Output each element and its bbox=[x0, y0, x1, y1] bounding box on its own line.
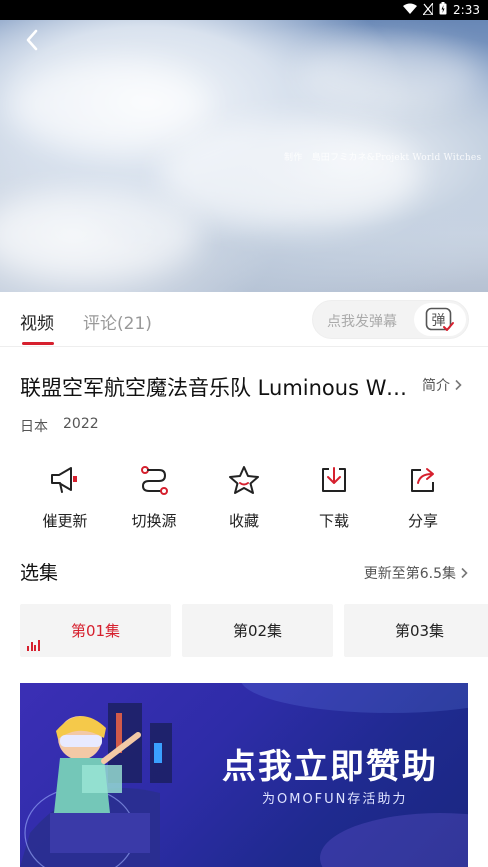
star-icon bbox=[229, 466, 259, 494]
cloud-shape bbox=[10, 60, 210, 150]
banner-main-text: 点我立即赞助 bbox=[222, 747, 438, 787]
video-player[interactable]: 制作 島田フミカネ&Projekt World Witches bbox=[0, 0, 488, 292]
download-button[interactable]: 下载 bbox=[289, 462, 379, 531]
episode-label: 第02集 bbox=[232, 622, 283, 640]
action-row: 催更新 切换源 收藏 下载 分享 bbox=[20, 462, 468, 532]
no-signal-icon bbox=[421, 0, 434, 18]
chevron-right-icon bbox=[461, 567, 468, 579]
urge-update-label: 催更新 bbox=[42, 512, 88, 530]
episode-label: 第03集 bbox=[394, 622, 445, 640]
download-label: 下载 bbox=[318, 512, 349, 530]
cloud-shape bbox=[300, 40, 480, 110]
year-text: 2022 bbox=[63, 416, 99, 432]
share-button[interactable]: 分享 bbox=[378, 462, 468, 531]
megaphone-icon bbox=[51, 467, 77, 493]
cloud-shape bbox=[160, 120, 420, 230]
switch-source-button[interactable]: 切换源 bbox=[109, 462, 199, 531]
danmaku-input[interactable]: 点我发弹幕 弹 bbox=[312, 300, 469, 339]
episode-item[interactable]: 第01集 bbox=[20, 604, 171, 657]
battery-icon bbox=[439, 2, 447, 18]
episodes-more-link[interactable]: 更新至第6.5集 bbox=[364, 563, 468, 583]
episode-label: 第01集 bbox=[70, 622, 121, 640]
video-meta: 日本 2022 bbox=[20, 416, 99, 436]
tab-video[interactable]: 视频 bbox=[20, 309, 54, 334]
clock-text: 2:33 bbox=[453, 3, 480, 17]
share-icon bbox=[411, 468, 434, 492]
share-label: 分享 bbox=[407, 512, 438, 530]
chevron-left-icon bbox=[26, 29, 38, 51]
intro-label: 简介 bbox=[422, 378, 450, 394]
episode-list: 第01集 第02集 第03集 bbox=[20, 604, 488, 657]
danmaku-placeholder: 点我发弹幕 bbox=[327, 314, 397, 330]
back-button[interactable] bbox=[18, 26, 46, 54]
episode-item[interactable]: 第02集 bbox=[182, 604, 333, 657]
playing-indicator-icon bbox=[27, 640, 40, 651]
danmaku-icon: 弹 bbox=[425, 307, 454, 331]
tab-indicator bbox=[22, 342, 54, 345]
episode-item[interactable]: 第03集 bbox=[344, 604, 488, 657]
banner-decoration bbox=[320, 813, 468, 867]
urge-update-button[interactable]: 催更新 bbox=[20, 462, 110, 531]
banner-decoration bbox=[240, 683, 468, 713]
cloud-shape bbox=[0, 190, 200, 280]
video-title: 联盟空军航空魔法音乐队 Luminous Witches bbox=[20, 376, 410, 400]
danmaku-toggle-button[interactable]: 弹 bbox=[414, 303, 466, 336]
banner-sub-text: 为OMOFUN存活助力 bbox=[262, 792, 408, 807]
tab-comments[interactable]: 评论(21) bbox=[83, 309, 152, 334]
favorite-button[interactable]: 收藏 bbox=[199, 462, 289, 531]
switch-source-label: 切换源 bbox=[131, 512, 177, 530]
wifi-icon bbox=[403, 3, 418, 17]
video-watermark: 制作 島田フミカネ&Projekt World Witches bbox=[284, 153, 482, 163]
intro-link[interactable]: 简介 bbox=[422, 375, 462, 395]
status-bar: 2:33 bbox=[0, 0, 488, 20]
region-text: 日本 bbox=[20, 419, 48, 435]
switch-source-icon bbox=[141, 466, 168, 495]
favorite-label: 收藏 bbox=[228, 512, 259, 530]
banner-illustration bbox=[20, 703, 172, 867]
episodes-title: 选集 bbox=[20, 562, 59, 584]
download-icon bbox=[322, 467, 346, 492]
episodes-update-text: 更新至第6.5集 bbox=[363, 566, 456, 582]
chevron-right-icon bbox=[455, 379, 462, 391]
sponsor-banner[interactable]: 点我立即赞助 为OMOFUN存活助力 bbox=[20, 683, 468, 867]
